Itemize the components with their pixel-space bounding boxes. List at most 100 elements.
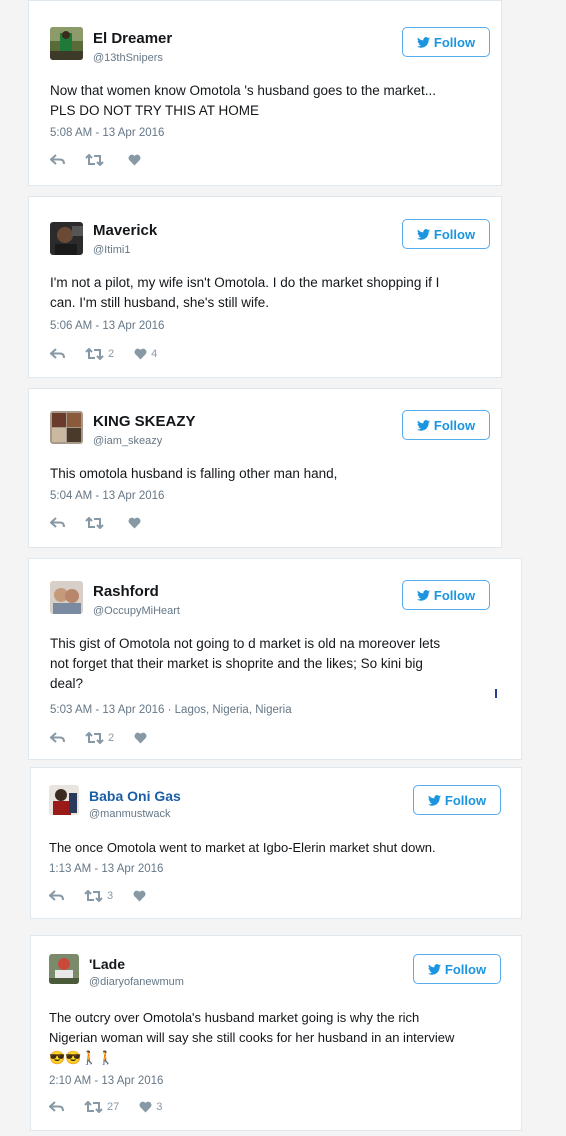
- tweet-text-line: not forget that their market is shoprite…: [50, 656, 423, 671]
- avatar[interactable]: [49, 954, 79, 984]
- user-name[interactable]: Rashford: [93, 583, 159, 600]
- tweet-actions: 27 3: [49, 1101, 182, 1113]
- like-button[interactable]: 4: [134, 348, 157, 360]
- tweet-text: This gist of Omotola not going to d mark…: [50, 634, 500, 694]
- tweet-actions: 3: [49, 890, 170, 902]
- retweet-icon: [85, 732, 104, 744]
- user-handle[interactable]: @diaryofanewmum: [89, 976, 184, 988]
- reply-icon: [49, 890, 64, 901]
- heart-icon: [139, 1101, 152, 1113]
- user-name[interactable]: Maverick: [93, 222, 157, 239]
- twitter-bird-icon: [416, 228, 430, 240]
- retweet-button[interactable]: [85, 154, 108, 166]
- tweet-text-line: This omotola husband is falling other ma…: [50, 466, 338, 481]
- reply-button[interactable]: [50, 732, 65, 744]
- follow-button[interactable]: Follow: [413, 785, 501, 815]
- user-name[interactable]: El Dreamer: [93, 30, 172, 47]
- reply-button[interactable]: [50, 348, 65, 360]
- follow-button[interactable]: Follow: [402, 410, 490, 440]
- user-name[interactable]: KING SKEAZY: [93, 413, 196, 430]
- reply-button[interactable]: [49, 1101, 64, 1113]
- avatar[interactable]: [50, 27, 83, 60]
- like-button[interactable]: [134, 732, 151, 744]
- like-button[interactable]: [128, 517, 145, 529]
- tweet-card: KING SKEAZY @iam_skeazy Follow This omot…: [28, 388, 502, 548]
- retweet-button[interactable]: 27: [84, 1101, 119, 1113]
- retweet-button[interactable]: 2: [85, 732, 114, 744]
- reply-button[interactable]: [50, 154, 65, 166]
- avatar[interactable]: [50, 581, 83, 614]
- retweet-button[interactable]: 2: [85, 348, 114, 360]
- like-button[interactable]: 3: [139, 1101, 162, 1113]
- tweet-text-line: I'm not a pilot, my wife isn't Omotola. …: [50, 275, 440, 290]
- tweet-actions: 2: [50, 732, 171, 744]
- retweet-button[interactable]: 3: [84, 890, 113, 902]
- twitter-bird-icon: [416, 419, 430, 431]
- avatar[interactable]: [49, 785, 79, 815]
- retweet-count: 2: [108, 732, 115, 744]
- tweet-card: Baba Oni Gas @manmustwack Follow The onc…: [30, 767, 522, 919]
- follow-label: Follow: [433, 226, 476, 242]
- user-name[interactable]: Baba Oni Gas: [89, 788, 181, 804]
- user-handle[interactable]: @13thSnipers: [93, 52, 163, 64]
- tweet-card: Maverick @Itimi1 Follow I'm not a pilot,…: [28, 196, 502, 378]
- tweet-feed: El Dreamer @13thSnipers Follow Now that …: [0, 0, 566, 1136]
- retweet-icon: [85, 517, 104, 529]
- heart-icon: [133, 890, 146, 902]
- follow-label: Follow: [433, 587, 476, 603]
- tweet-card: 'Lade @diaryofanewmum Follow The outcry …: [30, 935, 522, 1131]
- reply-icon: [50, 732, 65, 743]
- retweet-count: 2: [108, 348, 115, 360]
- user-name[interactable]: 'Lade: [89, 956, 125, 972]
- reply-button[interactable]: [49, 890, 64, 902]
- twitter-bird-icon: [416, 589, 430, 601]
- tweet-timestamp[interactable]: 5:06 AM - 13 Apr 2016: [50, 320, 164, 332]
- tweet-text-line: The outcry over Omotola's husband market…: [49, 1010, 420, 1025]
- like-button[interactable]: [133, 890, 150, 902]
- tweet-card: El Dreamer @13thSnipers Follow Now that …: [28, 0, 502, 186]
- user-handle[interactable]: @Itimi1: [93, 244, 130, 256]
- follow-button[interactable]: Follow: [402, 27, 490, 57]
- twitter-bird-icon: [427, 963, 441, 975]
- retweet-count: 3: [107, 890, 114, 902]
- tweet-text: The outcry over Omotola's husband market…: [49, 1008, 519, 1068]
- tweet-timestamp[interactable]: 2:10 AM - 13 Apr 2016: [49, 1075, 163, 1087]
- twitter-bird-icon: [427, 794, 441, 806]
- tweet-actions: [50, 154, 165, 166]
- reply-icon: [50, 348, 65, 359]
- follow-button[interactable]: Follow: [402, 580, 490, 610]
- tweet-text: Now that women know Omotola 's husband g…: [50, 81, 490, 121]
- tweet-text-line: Now that women know Omotola 's husband g…: [50, 83, 437, 98]
- tweet-card: Rashford @OccupyMiHeart Follow This gist…: [28, 558, 522, 760]
- retweet-icon: [84, 1101, 103, 1113]
- follow-label: Follow: [444, 961, 487, 977]
- avatar[interactable]: [50, 222, 83, 255]
- follow-label: Follow: [433, 417, 476, 433]
- tweet-timestamp[interactable]: 1:13 AM - 13 Apr 2016: [49, 863, 163, 875]
- heart-icon: [134, 348, 147, 360]
- avatar[interactable]: [50, 411, 83, 444]
- tweet-text: This omotola husband is falling other ma…: [50, 464, 495, 484]
- reply-icon: [49, 1101, 64, 1112]
- retweet-button[interactable]: [85, 517, 108, 529]
- heart-icon: [128, 517, 141, 529]
- reply-icon: [50, 154, 65, 165]
- tweet-timestamp[interactable]: 5:08 AM - 13 Apr 2016: [50, 127, 164, 139]
- tweet-text: I'm not a pilot, my wife isn't Omotola. …: [50, 273, 495, 313]
- follow-label: Follow: [433, 34, 476, 50]
- tweet-text-line: can. I'm still husband, she's still wife…: [50, 295, 269, 310]
- user-handle[interactable]: @iam_skeazy: [93, 435, 162, 447]
- user-handle[interactable]: @manmustwack: [89, 808, 170, 820]
- reply-button[interactable]: [50, 517, 65, 529]
- tweet-timestamp[interactable]: 5:04 AM - 13 Apr 2016: [50, 490, 164, 502]
- tweet-timestamp[interactable]: 5:03 AM - 13 Apr 2016 · Lagos, Nigeria, …: [50, 704, 292, 716]
- like-button[interactable]: [128, 154, 145, 166]
- follow-button[interactable]: Follow: [402, 219, 490, 249]
- user-handle[interactable]: @OccupyMiHeart: [93, 605, 180, 617]
- heart-icon: [134, 732, 147, 744]
- follow-button[interactable]: Follow: [413, 954, 501, 984]
- retweet-icon: [85, 154, 104, 166]
- tweet-text-line: This gist of Omotola not going to d mark…: [50, 636, 441, 651]
- retweet-icon: [85, 348, 104, 360]
- retweet-icon: [84, 890, 103, 902]
